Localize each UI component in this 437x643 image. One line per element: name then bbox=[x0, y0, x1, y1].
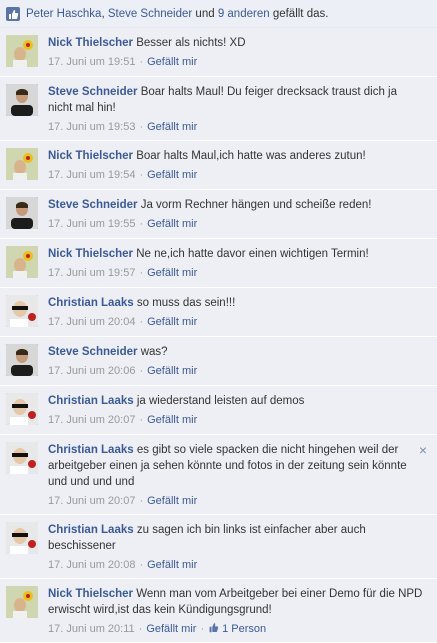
author-link[interactable]: Christian Laaks bbox=[48, 395, 134, 407]
comment-meta: 17. Juni um 20:08 · Gefällt mir bbox=[48, 559, 198, 571]
likes-summary: Peter Haschka , Steve Schneider und 9 an… bbox=[0, 0, 437, 28]
avatar[interactable] bbox=[6, 148, 38, 180]
avatar[interactable] bbox=[6, 197, 38, 229]
timestamp[interactable]: 17. Juni um 19:57 bbox=[48, 267, 135, 279]
comment-item: Christian Laaks ja wiederstand leisten a… bbox=[0, 386, 437, 435]
timestamp[interactable]: 17. Juni um 20:08 bbox=[48, 559, 135, 571]
author-link[interactable]: Christian Laaks bbox=[48, 297, 134, 309]
author-link[interactable]: Steve Schneider bbox=[48, 199, 137, 211]
timestamp[interactable]: 17. Juni um 19:53 bbox=[48, 121, 135, 133]
like-user-link[interactable]: Steve Schneider bbox=[108, 8, 192, 20]
comment-meta: 17. Juni um 19:54 · Gefällt mir bbox=[48, 169, 198, 181]
likes-suffix: gefällt das. bbox=[272, 7, 329, 20]
avatar[interactable] bbox=[6, 35, 38, 67]
like-count-link[interactable]: 1 Person bbox=[222, 623, 266, 635]
comment-meta: 17. Juni um 20:06 · Gefällt mir bbox=[48, 365, 198, 377]
like-link[interactable]: Gefällt mir bbox=[146, 623, 196, 635]
comment-meta: 17. Juni um 19:57 · Gefällt mir bbox=[48, 267, 198, 279]
timestamp[interactable]: 17. Juni um 20:04 bbox=[48, 316, 135, 328]
like-link[interactable]: Gefällt mir bbox=[147, 218, 197, 230]
comment-body: Christian Laaks ja wiederstand leisten a… bbox=[48, 393, 431, 409]
avatar[interactable] bbox=[6, 586, 38, 618]
timestamp[interactable]: 17. Juni um 20:11 bbox=[48, 623, 135, 635]
timestamp[interactable]: 17. Juni um 19:55 bbox=[48, 218, 135, 230]
author-link[interactable]: Christian Laaks bbox=[48, 444, 134, 456]
comment-text: Besser als nichts! XD bbox=[136, 37, 246, 49]
comment-item: Christian Laaks zu sagen ich bin links i… bbox=[0, 515, 437, 579]
comment-text: ja wiederstand leisten auf demos bbox=[136, 395, 305, 407]
comment-text: Ne ne,ich hatte davor einen wichtigen Te… bbox=[136, 248, 369, 260]
like-link[interactable]: Gefällt mir bbox=[147, 365, 197, 377]
comment-item: Christian Laaks so muss das sein!!! 17. … bbox=[0, 288, 437, 337]
comment-item: Steve Schneider was? 17. Juni um 20:06 · G… bbox=[0, 337, 437, 386]
author-link[interactable]: Nick Thielscher bbox=[48, 37, 133, 49]
like-link[interactable]: Gefällt mir bbox=[147, 56, 197, 68]
comment-item: × Christian Laaks es gibt so viele spack… bbox=[0, 435, 437, 515]
comment-meta: 17. Juni um 19:51 · Gefällt mir bbox=[48, 56, 198, 68]
avatar[interactable] bbox=[6, 344, 38, 376]
comment-meta: 17. Juni um 20:07 · Gefällt mir bbox=[48, 495, 198, 507]
like-user-link[interactable]: Peter Haschka bbox=[26, 8, 101, 20]
avatar[interactable] bbox=[6, 84, 38, 116]
avatar[interactable] bbox=[6, 246, 38, 278]
like-others-link[interactable]: 9 anderen bbox=[218, 8, 270, 20]
comment-body: Steve Schneider was? bbox=[48, 344, 431, 360]
author-link[interactable]: Nick Thielscher bbox=[48, 588, 133, 600]
author-link[interactable]: Christian Laaks bbox=[48, 524, 134, 536]
comment-text: Ja vorm Rechner hängen und scheiße reden… bbox=[140, 199, 372, 211]
timestamp[interactable]: 17. Juni um 20:07 bbox=[48, 495, 135, 507]
comment-body: Nick Thielscher Besser als nichts! XD bbox=[48, 35, 431, 51]
comment-meta: 17. Juni um 20:04 · Gefällt mir bbox=[48, 316, 198, 328]
comment-item: Steve Schneider Ja vorm Rechner hängen u… bbox=[0, 190, 437, 239]
comment-item: Nick Thielscher Besser als nichts! XD 17… bbox=[0, 28, 437, 77]
comment-thread: Peter Haschka , Steve Schneider und 9 an… bbox=[0, 0, 437, 643]
like-link[interactable]: Gefällt mir bbox=[147, 121, 197, 133]
timestamp[interactable]: 17. Juni um 20:06 bbox=[48, 365, 135, 377]
comment-item: Nick Thielscher Wenn man vom Arbeitgeber… bbox=[0, 579, 437, 643]
comment-body: Christian Laaks zu sagen ich bin links i… bbox=[48, 522, 431, 554]
comment-text: so muss das sein!!! bbox=[136, 297, 236, 309]
comment-meta: 17. Juni um 20:07 · Gefällt mir bbox=[48, 414, 198, 426]
comment-meta: 17. Juni um 20:11 · Gefällt mir · 1 Person bbox=[48, 623, 267, 635]
avatar[interactable] bbox=[6, 522, 38, 554]
timestamp[interactable]: 17. Juni um 20:07 bbox=[48, 414, 135, 426]
avatar[interactable] bbox=[6, 295, 38, 327]
close-icon[interactable]: × bbox=[419, 442, 427, 458]
thumbs-up-icon bbox=[6, 6, 20, 21]
author-link[interactable]: Steve Schneider bbox=[48, 86, 137, 98]
avatar[interactable] bbox=[6, 442, 38, 474]
comment-body: Steve Schneider Ja vorm Rechner hängen u… bbox=[48, 197, 431, 213]
comment-text: was? bbox=[140, 346, 168, 358]
comment-item: Steve Schneider Boar halts Maul! Du feig… bbox=[0, 77, 437, 141]
comment-body: Nick Thielscher Ne ne,ich hatte davor ei… bbox=[48, 246, 431, 262]
comment-meta: 17. Juni um 19:55 · Gefällt mir bbox=[48, 218, 198, 230]
like-link[interactable]: Gefällt mir bbox=[147, 169, 197, 181]
avatar[interactable] bbox=[6, 393, 38, 425]
comment-meta: 17. Juni um 19:53 · Gefällt mir bbox=[48, 121, 198, 133]
comment-item: Nick Thielscher Boar halts Maul,ich hatt… bbox=[0, 141, 437, 190]
like-link[interactable]: Gefällt mir bbox=[147, 495, 197, 507]
connector-text: und bbox=[195, 7, 215, 20]
comment-body: Nick Thielscher Boar halts Maul,ich hatt… bbox=[48, 148, 431, 164]
author-link[interactable]: Steve Schneider bbox=[48, 346, 137, 358]
comment-item: Nick Thielscher Ne ne,ich hatte davor ei… bbox=[0, 239, 437, 288]
comment-body: Steve Schneider Boar halts Maul! Du feig… bbox=[48, 84, 431, 116]
comment-text: Boar halts Maul,ich hatte was anderes zu… bbox=[136, 150, 366, 162]
comment-body: Christian Laaks es gibt so viele spacken… bbox=[48, 442, 431, 490]
author-link[interactable]: Nick Thielscher bbox=[48, 248, 133, 260]
like-link[interactable]: Gefällt mir bbox=[147, 267, 197, 279]
comment-body: Christian Laaks so muss das sein!!! bbox=[48, 295, 431, 311]
timestamp[interactable]: 17. Juni um 19:54 bbox=[48, 169, 135, 181]
like-link[interactable]: Gefällt mir bbox=[147, 316, 197, 328]
comment-body: Nick Thielscher Wenn man vom Arbeitgeber… bbox=[48, 586, 431, 618]
thumbs-up-icon bbox=[209, 623, 219, 633]
timestamp[interactable]: 17. Juni um 19:51 bbox=[48, 56, 135, 68]
author-link[interactable]: Nick Thielscher bbox=[48, 150, 133, 162]
like-link[interactable]: Gefällt mir bbox=[147, 559, 197, 571]
like-link[interactable]: Gefällt mir bbox=[147, 414, 197, 426]
